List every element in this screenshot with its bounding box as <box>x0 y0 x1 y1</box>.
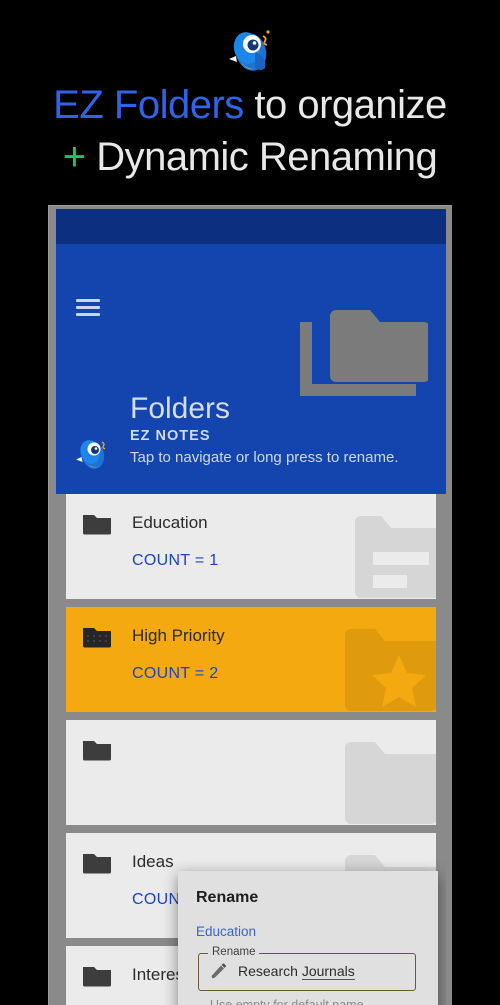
promo-banner: EZ Folders to organize + Dynamic Renamin… <box>0 0 500 200</box>
status-bar <box>56 209 446 244</box>
folder-count: COUNT = 1 <box>132 552 219 569</box>
dialog-helper-text: Use empty for default name <box>210 998 364 1005</box>
folder-outline-icon <box>288 304 430 409</box>
app-bar: Folders EZ NOTES Tap to navigate or long… <box>56 244 446 494</box>
device-frame: Folders EZ NOTES Tap to navigate or long… <box>48 205 452 1005</box>
promo-headline-2: + Dynamic Renaming <box>0 135 500 180</box>
folder-icon <box>331 720 436 825</box>
list-item[interactable]: Education COUNT = 1 <box>66 494 436 599</box>
rename-dialog: Rename Education Rename Research Journal… <box>178 871 438 1005</box>
promo-headline-rest: to organize <box>243 83 447 127</box>
folder-name: High Priority <box>132 626 225 645</box>
folder-icon <box>82 964 112 988</box>
plus-symbol-icon: + <box>62 135 86 179</box>
dialog-title: Rename <box>196 889 259 906</box>
page-title: Folders <box>130 392 231 425</box>
document-folder-icon <box>331 494 436 599</box>
folder-icon <box>82 738 112 762</box>
pencil-icon <box>210 963 227 980</box>
brand-name: EZ NOTES <box>130 428 211 444</box>
app-bar-footer: EZ NOTES Tap to navigate or long press t… <box>56 426 446 482</box>
promo-headline-1: EZ Folders to organize <box>0 83 500 128</box>
list-item[interactable] <box>66 720 436 825</box>
folder-dotted-icon <box>82 625 112 649</box>
folder-count: COUNT = 2 <box>132 665 219 682</box>
app-screen: Folders EZ NOTES Tap to navigate or long… <box>56 209 446 1005</box>
folder-name: Ideas <box>132 852 174 871</box>
bird-logo-icon-small <box>74 432 112 474</box>
rename-input-label: Rename <box>208 946 260 958</box>
rename-value-prefix: Research <box>238 963 302 979</box>
bird-logo-icon <box>225 22 277 78</box>
promo-headline-rest-2: Dynamic Renaming <box>85 135 438 179</box>
hamburger-menu-icon[interactable] <box>76 299 100 317</box>
folder-icon <box>82 851 112 875</box>
brand-hint: Tap to navigate or long press to rename. <box>130 449 399 466</box>
list-item[interactable]: High Priority COUNT = 2 <box>66 607 436 712</box>
folder-icon <box>82 512 112 536</box>
folder-name: Education <box>132 513 208 532</box>
promo-headline-accent: EZ Folders <box>53 83 244 127</box>
rename-input-value: Research Journals <box>238 963 355 980</box>
dialog-subtitle: Education <box>196 924 257 939</box>
rename-value-misspelled: Journals <box>301 963 355 980</box>
star-folder-icon <box>331 607 436 712</box>
